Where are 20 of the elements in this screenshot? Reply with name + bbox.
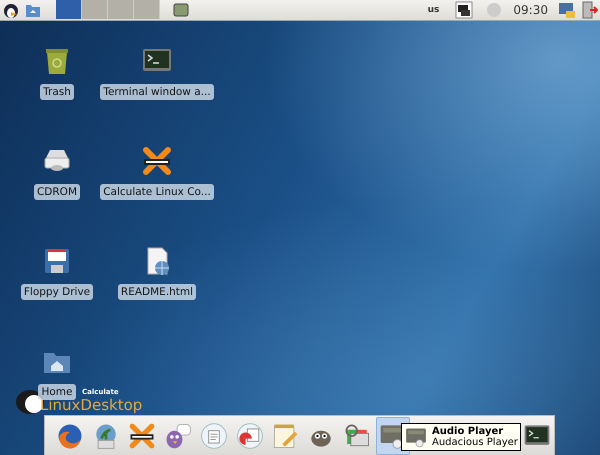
icon-label[interactable]: CDROM [34,184,80,200]
clock[interactable]: 09:30 [513,3,548,17]
logo-title: LinuxDesktop [40,397,142,414]
tooltip-title: Audio Player [432,426,504,437]
icon-label[interactable]: Calculate Linux Co... [100,184,214,200]
icon-label[interactable]: Floppy Drive [20,284,94,300]
logout-icon[interactable] [580,1,598,19]
icon-label[interactable]: Trash [40,84,74,100]
workspace-button[interactable] [56,0,82,19]
chat-icon [126,420,157,450]
chat-icon[interactable] [140,144,174,178]
screen-icon[interactable] [172,1,190,19]
spreadsheet-icon [234,420,265,450]
icon-label[interactable]: Terminal window a... [100,84,214,100]
penguin-icon[interactable] [2,1,20,19]
icon-label[interactable]: README.html [118,284,196,300]
tooltip-subtitle: Audacious Player [432,437,518,448]
icon-label[interactable]: Home [38,384,76,400]
keyboard-layout[interactable]: us [428,5,440,15]
document-icon [198,420,229,450]
